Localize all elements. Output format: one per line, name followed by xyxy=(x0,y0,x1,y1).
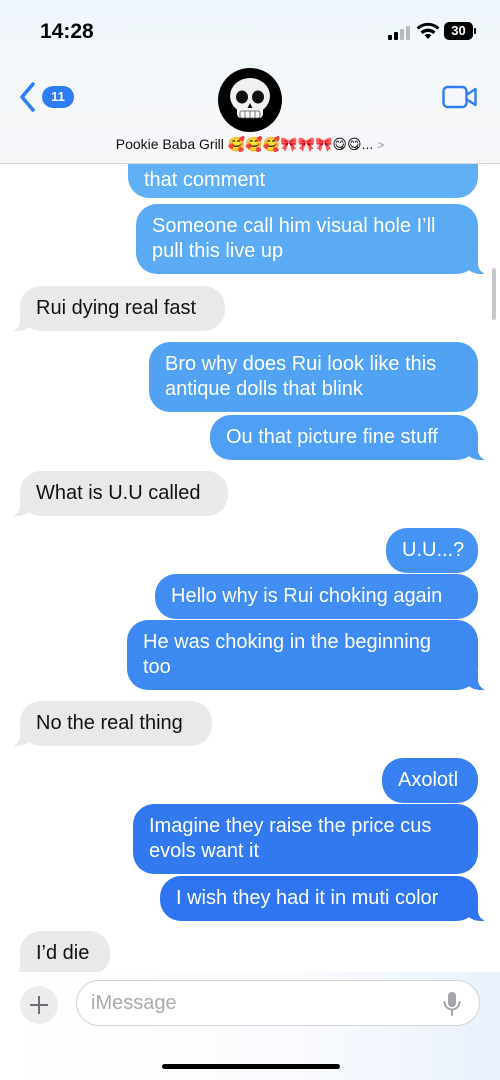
chevron-left-icon xyxy=(20,82,35,112)
message-text: I’d die xyxy=(36,942,90,964)
message-bubble-outgoing[interactable]: U.U...? xyxy=(386,528,478,573)
message-bubble-outgoing[interactable]: Ou that picture fine stuff xyxy=(210,415,490,460)
message-text: Ou that picture fine stuff xyxy=(226,426,438,448)
message-input[interactable] xyxy=(76,980,480,1026)
message-text: that comment xyxy=(144,169,266,191)
wifi-icon xyxy=(416,22,440,40)
message-text: Someone call him visual hole I’ll pull t… xyxy=(152,215,436,262)
message-bubble-incoming[interactable]: No the real thing xyxy=(8,701,212,746)
message-bubble-incoming[interactable]: Rui dying real fast xyxy=(8,286,225,331)
scroll-indicator[interactable] xyxy=(492,268,496,320)
avatar[interactable] xyxy=(218,68,282,132)
back-button[interactable]: 11 xyxy=(18,80,80,114)
message-bubble-outgoing[interactable]: Someone call him visual hole I’ll pull t… xyxy=(136,204,490,274)
message-bubble-outgoing[interactable]: Axolotl xyxy=(382,758,478,803)
microphone-icon[interactable] xyxy=(442,991,462,1017)
battery-level: 30 xyxy=(444,22,473,40)
message-text: Hello why is Rui choking again xyxy=(171,585,443,607)
message-text: U.U...? xyxy=(402,539,465,561)
message-bubble-outgoing[interactable]: Bro why does Rui look like this antique … xyxy=(149,342,478,412)
cellular-signal-icon xyxy=(388,24,412,40)
add-attachment-button[interactable] xyxy=(20,986,58,1024)
chevron-right-icon: > xyxy=(377,138,385,152)
message-bubble-incoming[interactable]: I’d die xyxy=(8,931,110,976)
status-time: 14:28 xyxy=(40,20,94,43)
home-indicator[interactable] xyxy=(162,1064,340,1069)
video-camera-icon xyxy=(442,85,477,109)
message-bubble-outgoing[interactable]: He was choking in the beginning too xyxy=(127,620,490,690)
message-text: He was choking in the beginning too xyxy=(143,631,431,678)
skull-icon xyxy=(230,78,270,119)
message-bubble-outgoing[interactable]: I wish they had it in muti color xyxy=(160,876,490,921)
message-text: Imagine they raise the price cus evols w… xyxy=(149,815,432,862)
message-bubble-incoming[interactable]: What is U.U called xyxy=(8,471,228,516)
battery-icon: 30 xyxy=(444,22,476,40)
facetime-video-button[interactable] xyxy=(442,84,478,110)
message-text: I wish they had it in muti color xyxy=(176,887,439,909)
unread-count-badge: 11 xyxy=(42,86,74,108)
message-text: Bro why does Rui look like this antique … xyxy=(165,353,437,400)
message-bubble-outgoing[interactable]: Imagine they raise the price cus evols w… xyxy=(133,804,478,874)
conversation-header: 14:28 30 11 Pookie Baba Grill 🥰🥰🥰🎀🎀🎀😋😋..… xyxy=(0,0,500,164)
message-text: What is U.U called xyxy=(36,482,201,504)
compose-bar xyxy=(0,972,500,1080)
contact-name: Pookie Baba Grill 🥰🥰🥰🎀🎀🎀😋😋... xyxy=(115,136,374,152)
message-bubble-outgoing[interactable]: Hello why is Rui choking again xyxy=(155,574,478,619)
contact-name-button[interactable]: Pookie Baba Grill 🥰🥰🥰🎀🎀🎀😋😋... > xyxy=(0,136,500,153)
status-bar: 14:28 30 xyxy=(0,0,500,60)
message-text: No the real thing xyxy=(36,712,183,734)
message-text: Rui dying real fast xyxy=(36,297,197,319)
message-text: Axolotl xyxy=(398,769,459,791)
